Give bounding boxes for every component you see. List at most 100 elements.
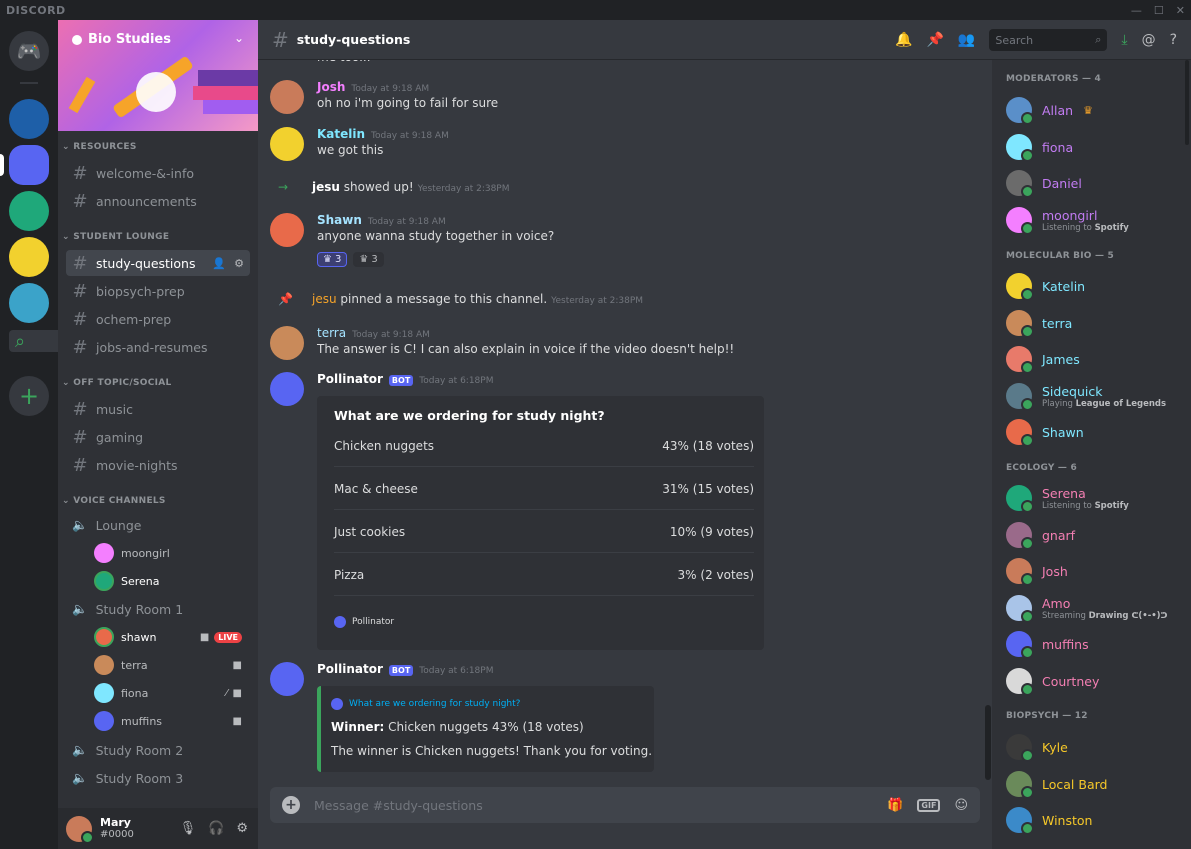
- avatar: [1006, 97, 1034, 125]
- emoji-icon[interactable]: ☺: [954, 798, 968, 813]
- add-server-button[interactable]: +: [9, 376, 49, 416]
- reaction-button[interactable]: ♛ 3: [317, 252, 348, 267]
- hash-icon: #: [72, 308, 88, 330]
- voice-user-serena[interactable]: Serena: [94, 568, 250, 594]
- gif-button[interactable]: GIF: [917, 798, 941, 812]
- poll-option[interactable]: Chicken nuggets 43% (18 votes): [334, 439, 754, 453]
- member-shawn[interactable]: Shawn: [1006, 416, 1186, 448]
- voice-user-moongirl[interactable]: moongirl: [94, 540, 250, 566]
- camera-icon: ■: [199, 631, 210, 643]
- voice-channel-study-room-3[interactable]: 🔈 Study Room 3: [66, 766, 250, 790]
- member-terra[interactable]: terra: [1006, 307, 1186, 339]
- voice-user-shawn[interactable]: shawn ■ LIVE: [94, 624, 250, 650]
- server-icon-5[interactable]: [9, 283, 49, 323]
- avatar: [1006, 522, 1034, 550]
- chevron-down-icon[interactable]: ⌄: [234, 31, 244, 45]
- voice-user-terra[interactable]: terra ■: [94, 652, 250, 678]
- channel-announcements[interactable]: # announcements: [66, 188, 250, 214]
- avatar[interactable]: [270, 662, 304, 696]
- search-input[interactable]: Search ⌕: [989, 29, 1108, 51]
- member-list: MODERATORS — 4 Allan ♛ fiona Daniel moong…: [992, 60, 1191, 849]
- member-daniel[interactable]: Daniel: [1006, 167, 1186, 199]
- attach-button[interactable]: +: [282, 796, 300, 814]
- avatar[interactable]: [270, 213, 304, 247]
- help-icon[interactable]: ?: [1170, 32, 1177, 48]
- poll-option[interactable]: Pizza 3% (2 votes): [334, 568, 754, 582]
- bell-icon[interactable]: 🔔: [895, 32, 912, 48]
- avatar: [1006, 771, 1034, 799]
- close-icon[interactable]: ✕: [1176, 4, 1185, 17]
- gear-icon[interactable]: ⚙: [236, 821, 248, 836]
- avatar[interactable]: [270, 372, 304, 406]
- avatar[interactable]: [66, 815, 94, 844]
- member-james[interactable]: James: [1006, 343, 1186, 375]
- gear-icon[interactable]: ⚙: [234, 257, 244, 270]
- message-input[interactable]: Message #study-questions: [314, 798, 483, 813]
- chat-area: # study-questions 🔔 📌 👥 Search⌕ ⤓ @ ? me…: [258, 20, 1191, 849]
- voice-channel-lounge[interactable]: 🔈 Lounge: [66, 513, 250, 537]
- voice-channel-study-room-2[interactable]: 🔈 Study Room 2: [66, 738, 250, 762]
- server-icon-3[interactable]: [9, 191, 49, 231]
- member-kyle[interactable]: Kyle: [1006, 731, 1186, 763]
- server-icon-bio-studies[interactable]: [9, 145, 49, 185]
- member-muffins[interactable]: muffins: [1006, 628, 1186, 660]
- title-bar: DISCORD — ☐ ✕: [0, 0, 1191, 20]
- channel-music[interactable]: # music: [66, 396, 250, 422]
- avatar[interactable]: [270, 80, 304, 114]
- channel-biopsych-prep[interactable]: # biopsych-prep: [66, 278, 250, 304]
- server-icon-1[interactable]: [9, 99, 49, 139]
- selected-server-indicator: [0, 154, 4, 176]
- message-composer[interactable]: + Message #study-questions 🎁 GIF ☺: [270, 787, 980, 823]
- member-local-bard[interactable]: Local Bard: [1006, 768, 1186, 800]
- download-icon[interactable]: ⤓: [1121, 32, 1127, 48]
- server-icon-4[interactable]: [9, 237, 49, 277]
- avatar[interactable]: [270, 326, 304, 360]
- category-student-lounge[interactable]: ⌄ STUDENT LOUNGE: [62, 232, 169, 242]
- pin-icon[interactable]: 📌: [926, 32, 943, 48]
- mention-icon[interactable]: @: [1142, 32, 1156, 48]
- server-banner[interactable]: Bio Studies ⌄: [58, 20, 258, 131]
- reaction-button[interactable]: ♛ 3: [353, 252, 384, 267]
- channel-jobs-and-resumes[interactable]: # jobs-and-resumes: [66, 334, 250, 360]
- channel-study-questions[interactable]: # study-questions 👤 ⚙: [66, 250, 250, 276]
- voice-user-muffins[interactable]: muffins ■: [94, 708, 250, 734]
- poll-option[interactable]: Mac & cheese 31% (15 votes): [334, 482, 754, 496]
- avatar: [94, 543, 114, 563]
- voice-channel-study-room-1[interactable]: 🔈 Study Room 1: [66, 597, 250, 621]
- members-icon[interactable]: 👥: [958, 32, 975, 48]
- member-winston[interactable]: Winston: [1006, 804, 1186, 836]
- member-josh[interactable]: Josh: [1006, 555, 1186, 587]
- channel-ochem-prep[interactable]: # ochem-prep: [66, 306, 250, 332]
- poll-embed: What are we ordering for study night? Ch…: [317, 396, 764, 650]
- member-sidequick[interactable]: Sidequick Playing League of Legends: [1006, 380, 1186, 412]
- member-serena[interactable]: Serena Listening to Spotify: [1006, 482, 1186, 514]
- chat-scrollbar[interactable]: [985, 705, 991, 780]
- minimize-icon[interactable]: —: [1131, 4, 1142, 17]
- channel-welcome-info[interactable]: # welcome-&-info: [66, 160, 250, 186]
- microphone-icon[interactable]: 🎙: [180, 821, 197, 836]
- member-courtney[interactable]: Courtney: [1006, 665, 1186, 697]
- member-allan[interactable]: Allan ♛: [1006, 94, 1186, 126]
- channel-gaming[interactable]: # gaming: [66, 424, 250, 450]
- category-voice-channels[interactable]: ⌄ VOICE CHANNELS: [62, 496, 166, 506]
- category-off-topic[interactable]: ⌄ OFF TOPIC/SOCIAL: [62, 378, 172, 388]
- headphones-icon[interactable]: 🎧: [208, 821, 224, 836]
- hash-icon: #: [72, 454, 88, 476]
- category-resources[interactable]: ⌄ RESOURCES: [62, 142, 137, 152]
- divider: [334, 509, 754, 510]
- poll-link[interactable]: What are we ordering for study night?: [331, 698, 520, 710]
- member-amo[interactable]: Amo Streaming Drawing ᕦ(•-•)ᕤ: [1006, 592, 1186, 624]
- home-button[interactable]: 🎮: [9, 31, 49, 71]
- gift-icon[interactable]: 🎁: [887, 798, 903, 813]
- voice-user-fiona[interactable]: fiona ⁄ ■: [94, 680, 250, 706]
- invite-icon[interactable]: 👤: [212, 257, 226, 270]
- member-fiona[interactable]: fiona: [1006, 131, 1186, 163]
- member-gnarf[interactable]: gnarf: [1006, 519, 1186, 551]
- channel-movie-nights[interactable]: # movie-nights: [66, 452, 250, 478]
- member-moongirl[interactable]: moongirl Listening to Spotify: [1006, 204, 1186, 236]
- avatar[interactable]: [270, 127, 304, 161]
- maximize-icon[interactable]: ☐: [1154, 4, 1164, 17]
- poll-option[interactable]: Just cookies 10% (9 votes): [334, 525, 754, 539]
- arrow-right-icon: →: [278, 180, 289, 194]
- member-katelin[interactable]: Katelin: [1006, 270, 1186, 302]
